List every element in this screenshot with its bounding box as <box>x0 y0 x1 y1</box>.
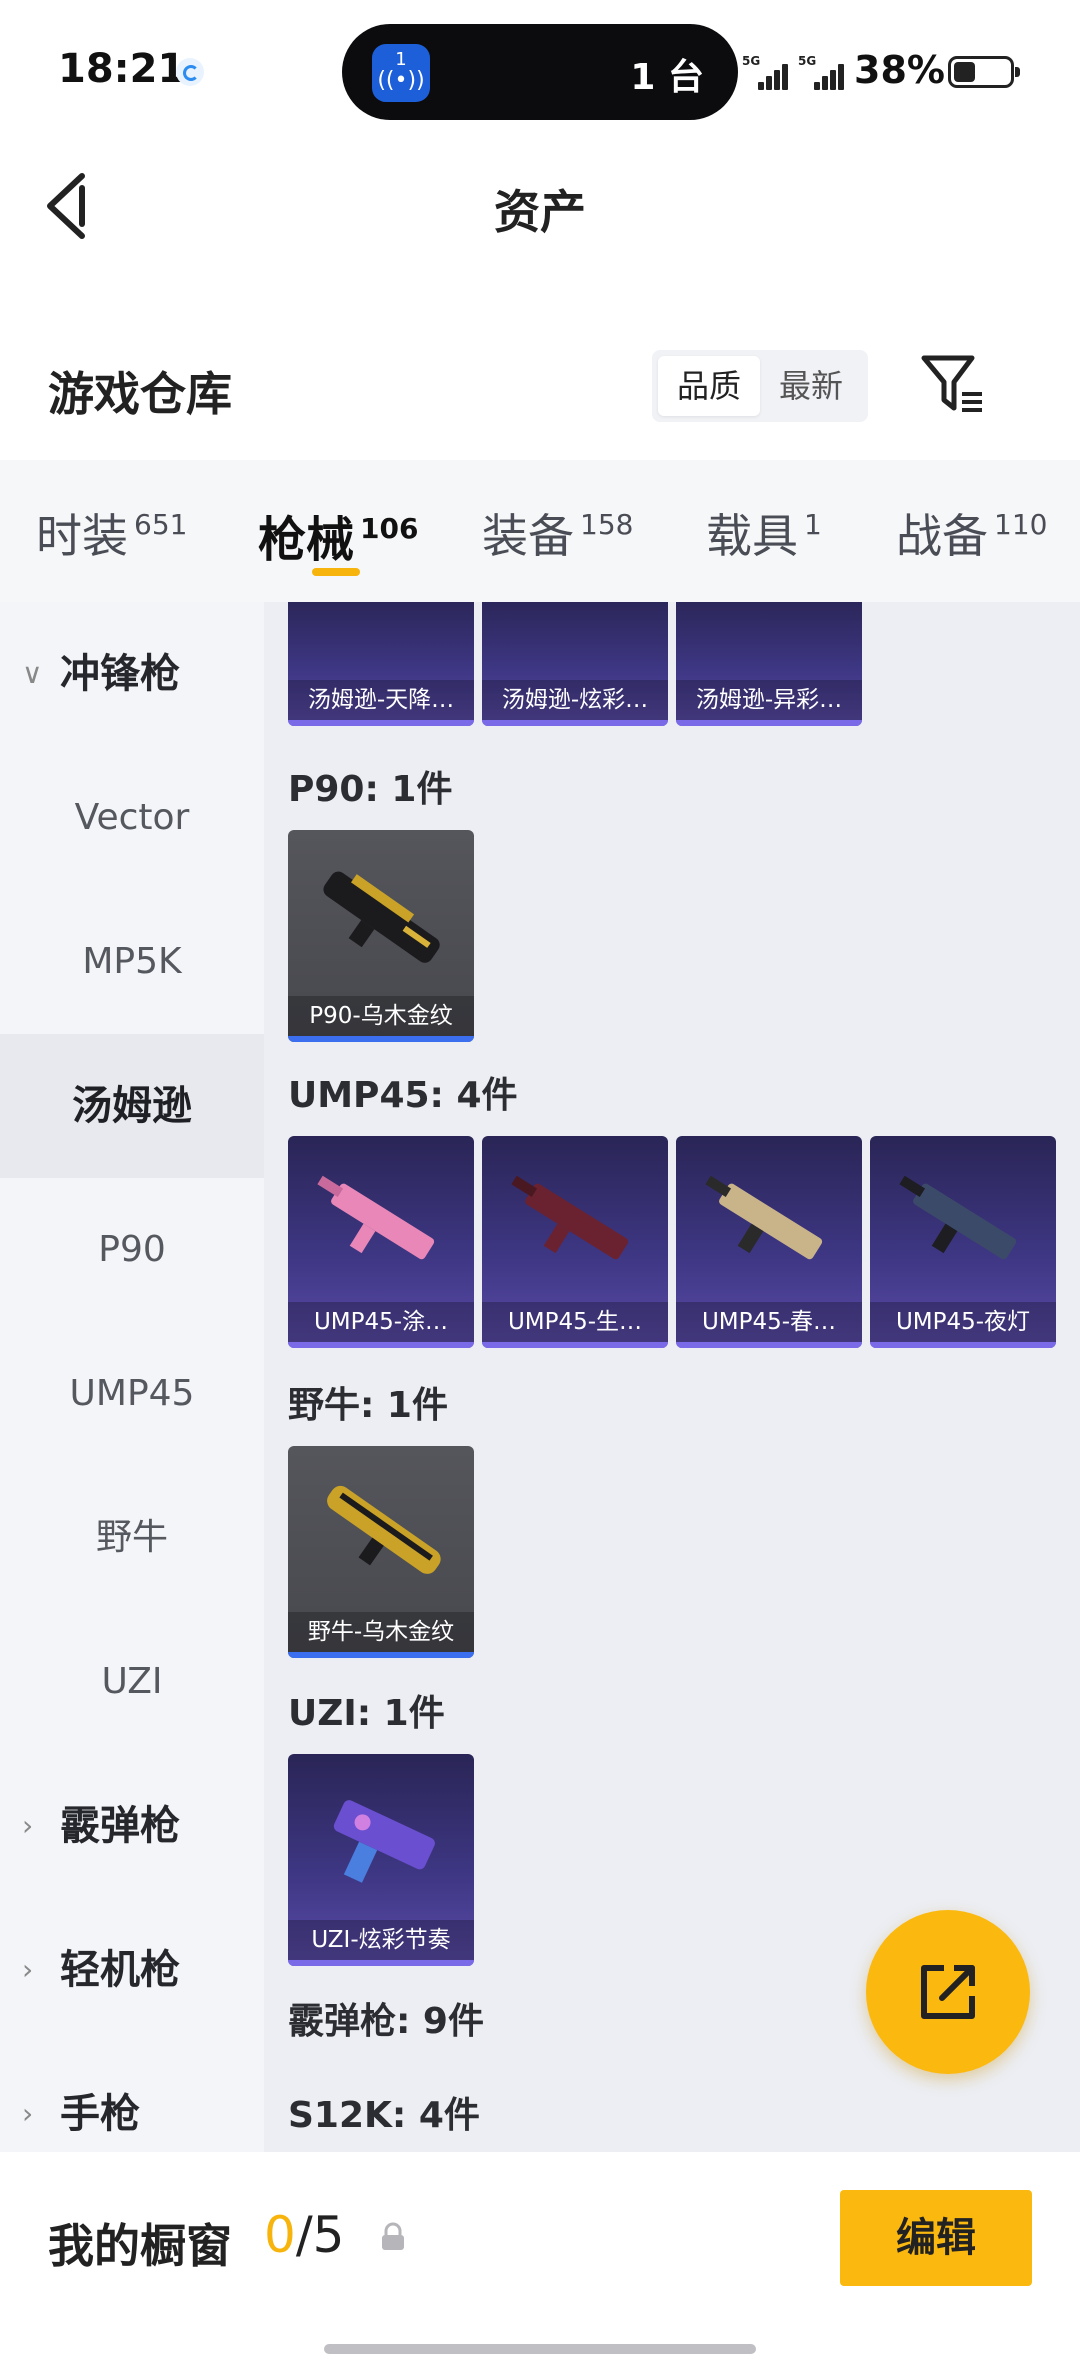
edit-button[interactable]: 编辑 <box>840 2190 1032 2286</box>
sidebar-group-lmg[interactable]: › 轻机枪 <box>0 1898 264 2042</box>
battery-icon <box>948 56 1020 88</box>
skin-name: 汤姆逊-炫彩… <box>482 680 668 720</box>
p90-gun-icon <box>323 871 440 963</box>
skin-card[interactable]: UMP45-生… <box>482 1136 668 1348</box>
weapon-sidebar: ∨ 冲锋枪 Vector MP5K 汤姆逊 P90 UMP45 野牛 UZI › 霰… <box>0 602 264 2152</box>
warehouse-title: 游戏仓库 <box>48 367 232 421</box>
filter-icon <box>921 355 982 412</box>
home-indicator[interactable] <box>324 2344 756 2354</box>
sidebar-group-smg[interactable]: ∨ 冲锋枪 <box>0 602 264 746</box>
sort-toggle: 品质 最新 <box>652 350 868 422</box>
chevron-right-icon: › <box>22 1809 34 1842</box>
skin-name: 汤姆逊-异彩… <box>676 680 862 720</box>
tab-guns[interactable]: 枪械 106 <box>258 500 418 570</box>
sort-quality-button[interactable]: 品质 <box>658 356 760 416</box>
share-icon <box>921 1965 975 2019</box>
active-tab-indicator <box>312 568 360 576</box>
showcase-count: 0/5 <box>264 2206 345 2264</box>
ump45-gun-icon <box>705 1175 823 1260</box>
category-tabs: 时装 651 枪械 106 装备 158 载具 1 战备 110 <box>0 460 1080 602</box>
sort-newest-button[interactable]: 最新 <box>760 356 862 416</box>
tab-vehicles[interactable]: 载具 1 <box>706 500 822 566</box>
status-bar: 18:21 1 ((•)) 1 台 5G 5G 38% <box>0 0 1080 130</box>
skin-card[interactable]: UZI-炫彩节奏 <box>288 1754 474 1966</box>
group-label-bizon: 野牛: 1件 <box>288 1385 448 1426</box>
skin-name: P90-乌木金纹 <box>288 996 474 1036</box>
showcase-bar: 我的橱窗 0/5 编辑 <box>0 2152 1080 2376</box>
showcase-title: 我的橱窗 <box>48 2219 232 2273</box>
chevron-right-icon: › <box>22 2097 34 2130</box>
lock-icon <box>382 2222 404 2250</box>
ump45-gun-icon <box>899 1175 1017 1260</box>
sidebar-item-uzi[interactable]: UZI <box>0 1610 264 1754</box>
uzi-gun-icon <box>333 1800 435 1883</box>
skin-name: UMP45-生… <box>482 1302 668 1342</box>
skin-card[interactable]: 汤姆逊-异彩… <box>676 602 862 726</box>
signal-icon: 5G <box>742 54 792 90</box>
chevron-right-icon: › <box>22 1953 34 1986</box>
sidebar-group-pistol[interactable]: › 手枪 <box>0 2042 264 2152</box>
bizon-gun-icon <box>327 1485 441 1574</box>
sidebar-item-vector[interactable]: Vector <box>0 746 264 890</box>
skin-name: UMP45-春… <box>676 1302 862 1342</box>
tab-equipment[interactable]: 装备 158 <box>482 500 633 566</box>
filter-button[interactable] <box>920 352 986 418</box>
skin-name: UMP45-涂… <box>288 1302 474 1342</box>
group-label-ump45: UMP45: 4件 <box>288 1075 518 1116</box>
sidebar-item-ump45[interactable]: UMP45 <box>0 1322 264 1466</box>
sidebar-group-shotgun[interactable]: › 霰弹枪 <box>0 1754 264 1898</box>
ump45-gun-icon <box>511 1175 629 1260</box>
page-title: 资产 <box>494 185 586 239</box>
app-notification-icon <box>176 58 204 86</box>
sidebar-item-mp5k[interactable]: MP5K <box>0 890 264 1034</box>
skin-card[interactable]: UMP45-涂… <box>288 1136 474 1348</box>
skin-name: UMP45-夜灯 <box>870 1302 1056 1342</box>
signal-icon-2: 5G <box>798 54 848 90</box>
ump45-gun-icon <box>317 1175 435 1260</box>
sidebar-item-bizon[interactable]: 野牛 <box>0 1466 264 1610</box>
status-time: 18:21 <box>58 46 186 92</box>
skin-card[interactable]: UMP45-夜灯 <box>870 1136 1056 1348</box>
broadcast-icon: 1 ((•)) <box>372 44 430 102</box>
skin-name: UZI-炫彩节奏 <box>288 1920 474 1960</box>
skin-card[interactable]: UMP45-春… <box>676 1136 862 1348</box>
skin-card[interactable]: 野牛-乌木金纹 <box>288 1446 474 1658</box>
group-label-uzi: UZI: 1件 <box>288 1693 445 1734</box>
tab-outfit[interactable]: 时装 651 <box>36 500 187 566</box>
skin-name: 汤姆逊-天降… <box>288 680 474 720</box>
skin-card[interactable]: P90-乌木金纹 <box>288 830 474 1042</box>
group-label-s12k: S12K: 4件 <box>288 2095 480 2136</box>
group-label-p90: P90: 1件 <box>288 769 453 810</box>
sidebar-item-p90[interactable]: P90 <box>0 1178 264 1322</box>
skin-card[interactable]: 汤姆逊-炫彩… <box>482 602 668 726</box>
skin-card[interactable]: 汤姆逊-天降… <box>288 602 474 726</box>
sidebar-item-thompson[interactable]: 汤姆逊 <box>0 1034 264 1178</box>
share-button[interactable] <box>866 1910 1030 2074</box>
tab-supplies[interactable]: 战备 110 <box>896 500 1047 566</box>
group-label-shotgun: 霰弹枪: 9件 <box>288 2001 484 2042</box>
skin-name: 野牛-乌木金纹 <box>288 1612 474 1652</box>
battery-percent: 38% <box>854 48 945 92</box>
chevron-down-icon: ∨ <box>22 657 43 690</box>
dynamic-island[interactable]: 1 ((•)) 1 台 <box>342 24 738 120</box>
island-text: 1 台 <box>630 57 704 98</box>
